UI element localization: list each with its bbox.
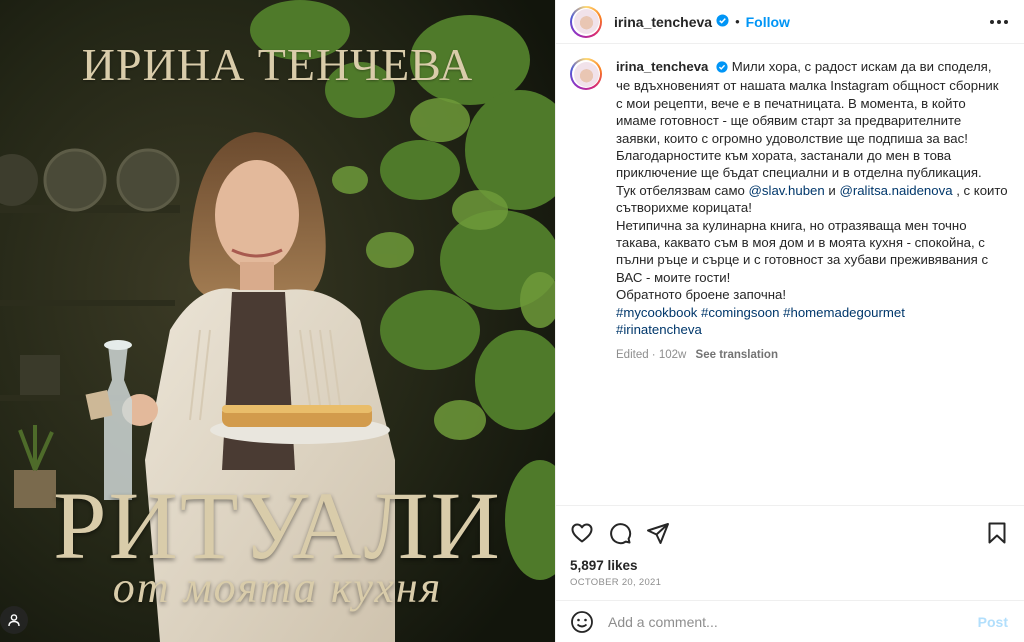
comment-input[interactable]	[608, 613, 978, 630]
comment-composer: Post	[556, 600, 1024, 642]
cover-author-name: ИРИНА ТЕНЧЕВА	[81, 39, 474, 90]
instagram-post-view: ИРИНА ТЕНЧЕВА РИТУАЛИ от моята кухня iri…	[0, 0, 1024, 642]
likes-count[interactable]: 5,897 likes	[570, 558, 1008, 573]
caption-paragraph-3b: и	[824, 182, 840, 198]
heart-icon[interactable]	[570, 521, 594, 545]
hashtag-comingsoon[interactable]: #comingsoon	[701, 305, 779, 320]
hashtag-irinatencheva[interactable]: #irinatencheva	[616, 322, 702, 337]
avatar[interactable]	[570, 5, 602, 38]
action-section: 5,897 likes OCTOBER 20, 2021	[556, 505, 1024, 600]
hashtag-mycookbook[interactable]: #mycookbook	[616, 305, 697, 320]
paper-plane-icon[interactable]	[646, 521, 670, 545]
caption-text: irina_tencheva Мили хора, с радост искам…	[616, 58, 1008, 339]
verified-badge-icon	[716, 13, 729, 30]
cover-book-subtitle: от моята кухня	[112, 563, 443, 612]
caption-meta: Edited · 102w See translation	[616, 349, 1008, 361]
comment-bubble-icon[interactable]	[608, 521, 632, 545]
caption-paragraph-5: Обратното броене започна!	[616, 287, 787, 303]
edited-timestamp: Edited · 102w	[616, 348, 687, 361]
avatar[interactable]	[570, 58, 602, 90]
caption-paragraph-2: Благодарностите към хората, застанали до…	[616, 148, 982, 181]
person-tag-icon[interactable]	[0, 606, 28, 634]
caption-paragraph-4: Нетипична за кулинарна книга, но отразяв…	[616, 217, 989, 285]
mention-slav-huben[interactable]: @slav.huben	[749, 183, 825, 198]
post-sidebar: irina_tencheva • Follow irina_tencheva М…	[555, 0, 1024, 642]
post-image[interactable]: ИРИНА ТЕНЧЕВА РИТУАЛИ от моята кухня	[0, 0, 555, 642]
see-translation-button[interactable]: See translation	[696, 349, 778, 361]
action-icons	[570, 516, 1008, 550]
more-options-icon[interactable]	[990, 19, 1008, 24]
caption-username[interactable]: irina_tencheva	[616, 59, 708, 74]
follow-button[interactable]: Follow	[746, 14, 790, 30]
verified-badge-icon	[716, 60, 728, 77]
bookmark-icon[interactable]	[986, 521, 1008, 545]
post-comment-button[interactable]: Post	[978, 614, 1008, 630]
caption-section: irina_tencheva Мили хора, с радост искам…	[556, 44, 1024, 505]
header-separator: •	[735, 14, 740, 29]
mention-ralitsa-naidenova[interactable]: @ralitsa.naidenova	[839, 183, 952, 198]
smiley-icon[interactable]	[570, 610, 594, 634]
header-username[interactable]: irina_tencheva	[614, 14, 712, 30]
hashtag-homemadegourmet[interactable]: #homemadegourmet	[783, 305, 905, 320]
post-date: OCTOBER 20, 2021	[570, 577, 662, 588]
post-header: irina_tencheva • Follow	[556, 0, 1024, 44]
caption-paragraph-3a: Тук отбелязвам само	[616, 182, 749, 198]
